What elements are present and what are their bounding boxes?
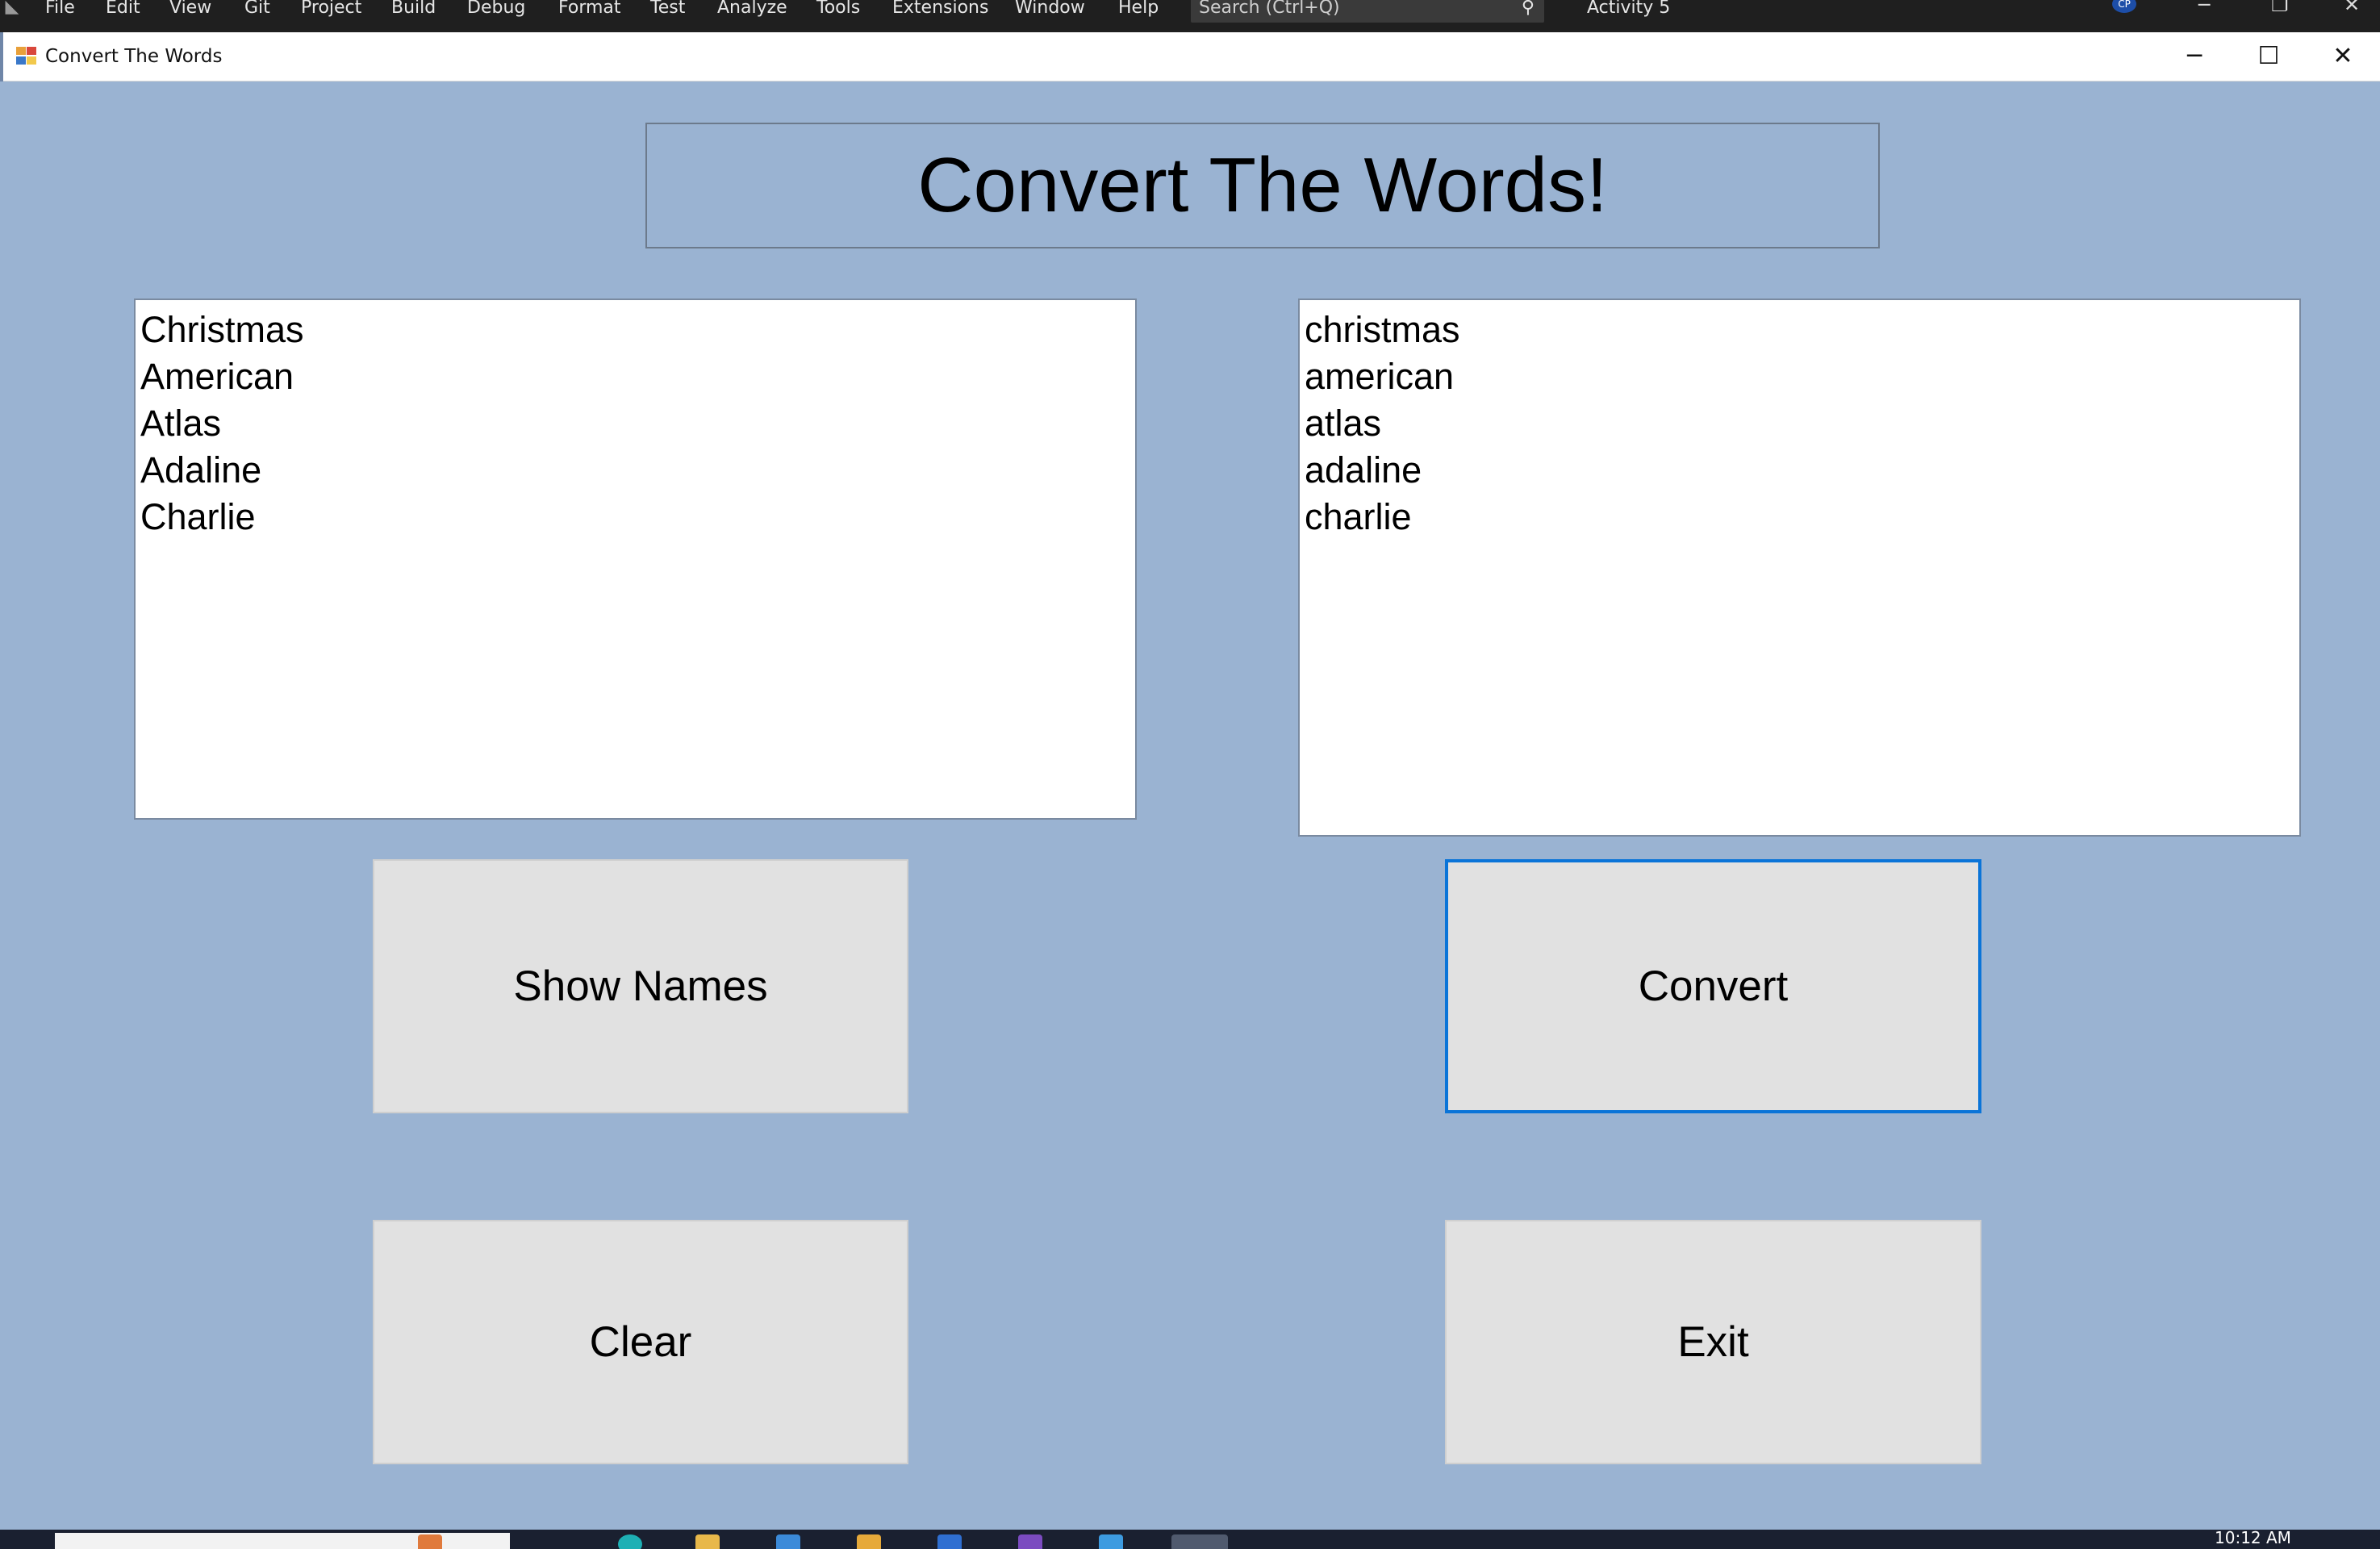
taskbar-clock: 10:12 AM	[2215, 1530, 2291, 1547]
windows-taskbar: 10:12 AM	[0, 1530, 2380, 1549]
list-item[interactable]: american	[1305, 353, 2299, 400]
list-item[interactable]: Christmas	[140, 307, 1135, 353]
show-names-button[interactable]: Show Names	[373, 859, 908, 1113]
convert-button[interactable]: Convert	[1445, 859, 1981, 1113]
ide-close-icon[interactable]: ✕	[2344, 0, 2360, 15]
ide-search-input[interactable]: Search (Ctrl+Q) ⚲	[1191, 0, 1544, 23]
ide-search-placeholder: Search (Ctrl+Q)	[1199, 0, 1340, 18]
menu-view[interactable]: View	[169, 0, 211, 19]
menu-analyze[interactable]: Analyze	[717, 0, 787, 19]
heading-text: Convert The Words!	[917, 142, 1608, 228]
menu-tools[interactable]: Tools	[816, 0, 860, 19]
menu-test[interactable]: Test	[650, 0, 685, 19]
clear-button[interactable]: Clear	[373, 1220, 908, 1464]
user-avatar[interactable]: CP	[2112, 0, 2136, 13]
store-icon[interactable]	[776, 1534, 800, 1549]
list-item[interactable]: atlas	[1305, 400, 2299, 447]
menu-debug[interactable]: Debug	[467, 0, 525, 19]
list-item[interactable]: adaline	[1305, 447, 2299, 494]
menu-project[interactable]: Project	[301, 0, 361, 19]
window-title: Convert The Words	[45, 46, 223, 67]
chrome-icon[interactable]	[857, 1534, 881, 1549]
menu-window[interactable]: Window	[1015, 0, 1085, 19]
menu-git[interactable]: Git	[244, 0, 270, 19]
list-item[interactable]: Atlas	[140, 400, 1135, 447]
ide-minimize-icon[interactable]: ─	[2198, 0, 2210, 15]
visual-studio-logo-icon: ◣	[5, 0, 19, 17]
solution-name: Activity 5	[1587, 0, 1671, 18]
edge-icon[interactable]	[618, 1534, 642, 1549]
menu-extensions[interactable]: Extensions	[892, 0, 988, 19]
menu-help[interactable]: Help	[1118, 0, 1159, 19]
minimize-icon[interactable]: ─	[2157, 32, 2232, 81]
menu-file[interactable]: File	[45, 0, 75, 19]
ide-menubar: ◣ File Edit View Git Project Build Debug…	[0, 0, 2380, 32]
maximize-icon[interactable]: ☐	[2232, 32, 2306, 81]
list-item[interactable]: American	[140, 353, 1135, 400]
outlook-icon[interactable]	[937, 1534, 962, 1549]
taskbar-app-icon[interactable]	[1099, 1534, 1123, 1549]
menu-edit[interactable]: Edit	[106, 0, 140, 19]
search-icon: ⚲	[1521, 0, 1534, 18]
list-item[interactable]: Charlie	[140, 494, 1135, 541]
form-app-icon	[16, 47, 37, 66]
menu-build[interactable]: Build	[391, 0, 436, 19]
taskbar-active-app-icon[interactable]	[1171, 1534, 1228, 1549]
taskbar-app-icon[interactable]	[418, 1534, 442, 1549]
heading-label: Convert The Words!	[645, 123, 1880, 248]
names-listbox[interactable]: Christmas American Atlas Adaline Charlie	[134, 299, 1137, 820]
window-titlebar: Convert The Words ─ ☐ ✕	[0, 32, 2380, 81]
exit-button[interactable]: Exit	[1445, 1220, 1981, 1464]
menu-format[interactable]: Format	[558, 0, 621, 19]
visual-studio-icon[interactable]	[1018, 1534, 1042, 1549]
list-item[interactable]: Adaline	[140, 447, 1135, 494]
ide-restore-icon[interactable]: ❐	[2271, 0, 2289, 15]
list-item[interactable]: charlie	[1305, 494, 2299, 541]
converted-listbox[interactable]: christmas american atlas adaline charlie	[1298, 299, 2301, 837]
list-item[interactable]: christmas	[1305, 307, 2299, 353]
file-explorer-icon[interactable]	[695, 1534, 720, 1549]
close-icon[interactable]: ✕	[2306, 32, 2380, 81]
